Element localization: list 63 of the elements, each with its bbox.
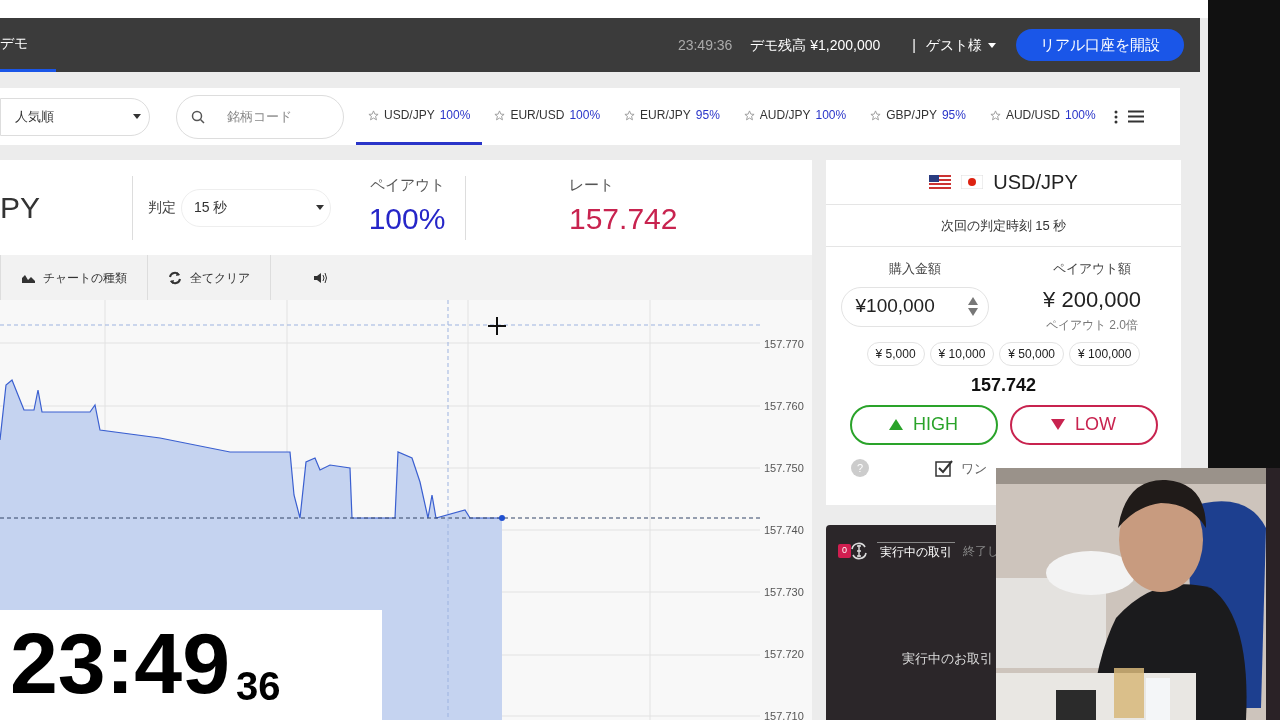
caret-icon [988,42,996,48]
checkbox[interactable] [935,459,953,478]
current-rate: 157.742 [970,373,1037,397]
axis-label: 157.730 [764,585,804,600]
menu-icon[interactable] [1127,110,1144,123]
speaker-icon [313,271,329,284]
trade-count-badge: 0 [838,544,851,558]
star-icon [989,109,1001,121]
one-click-label: ワン [961,459,987,478]
balance-text: デモ残高 ¥1,200,000 [750,35,881,55]
user-menu[interactable]: ゲスト様 [926,34,996,56]
pair-tab[interactable]: USD/JPY 100% [356,88,483,145]
trade-tab[interactable]: 実行中の取引 [877,541,955,561]
payout-amount: ¥ 200,000 [1043,285,1141,314]
low-button[interactable]: LOW [1009,404,1158,445]
down-triangle-icon [1051,419,1065,430]
pair-tab[interactable]: GBP/JPY 95% [858,88,978,145]
axis-label: 157.720 [764,647,804,662]
decrement-icon[interactable] [967,308,978,316]
more-icon[interactable] [1113,109,1118,124]
search-icon [191,109,205,124]
up-triangle-icon [889,419,903,430]
increment-icon[interactable] [967,297,978,305]
next-expiry-text: 次回の判定時刻 15 秒 [826,205,1181,247]
pair-tab[interactable]: EUR/JPY 95% [612,88,732,145]
pair-title: USD/JPY [993,170,1078,195]
multiplier-text: ペイアウト 2.0倍 [1046,316,1138,334]
mode-tab[interactable]: デモ [0,18,56,72]
payout-amount-label: ペイアウト額 [1053,260,1131,278]
crosshair-cursor-icon [488,317,506,335]
clock-overlay-time: 23:49 [10,620,230,706]
axis-label: 157.770 [764,337,804,352]
axis-label: 157.710 [764,709,804,720]
star-icon [743,109,755,121]
pair-tab[interactable]: AUD/USD 100% [977,88,1108,145]
axis-label: 157.740 [764,523,804,538]
flag-icon [961,175,984,189]
refresh-icon [168,270,182,285]
empty-state-text: 実行中のお取引 [902,650,994,668]
rate-label: レート [569,174,614,195]
star-icon [368,109,379,121]
star-icon [870,109,882,121]
symbol-text: PY [0,175,133,240]
rate-value: 157.742 [569,201,678,238]
judge-label: 判定 [148,198,176,217]
pair-tab[interactable]: EUR/USD 100% [482,88,613,145]
clock-text: 23:49:36 [677,35,733,55]
open-account-button[interactable]: リアル口座を開設 [1016,29,1184,61]
payout-label: ペイアウト [369,174,445,195]
payout-value: 100% [368,201,446,238]
star-icon [624,109,636,121]
clock-overlay-seconds: 36 [235,666,281,706]
axis-label: 157.750 [764,461,804,476]
flag-icon [929,175,952,189]
exchange-icon [849,541,869,561]
star-icon [494,109,506,121]
pair-tab[interactable]: AUD/JPY 100% [731,88,859,145]
amount-label: 購入金額 [888,260,941,278]
axis-label: 157.760 [764,399,804,414]
separator-text: | [912,35,916,55]
caret-icon [316,205,324,210]
caret-icon [133,114,141,119]
search-field[interactable]: 銘柄コード [176,94,344,139]
